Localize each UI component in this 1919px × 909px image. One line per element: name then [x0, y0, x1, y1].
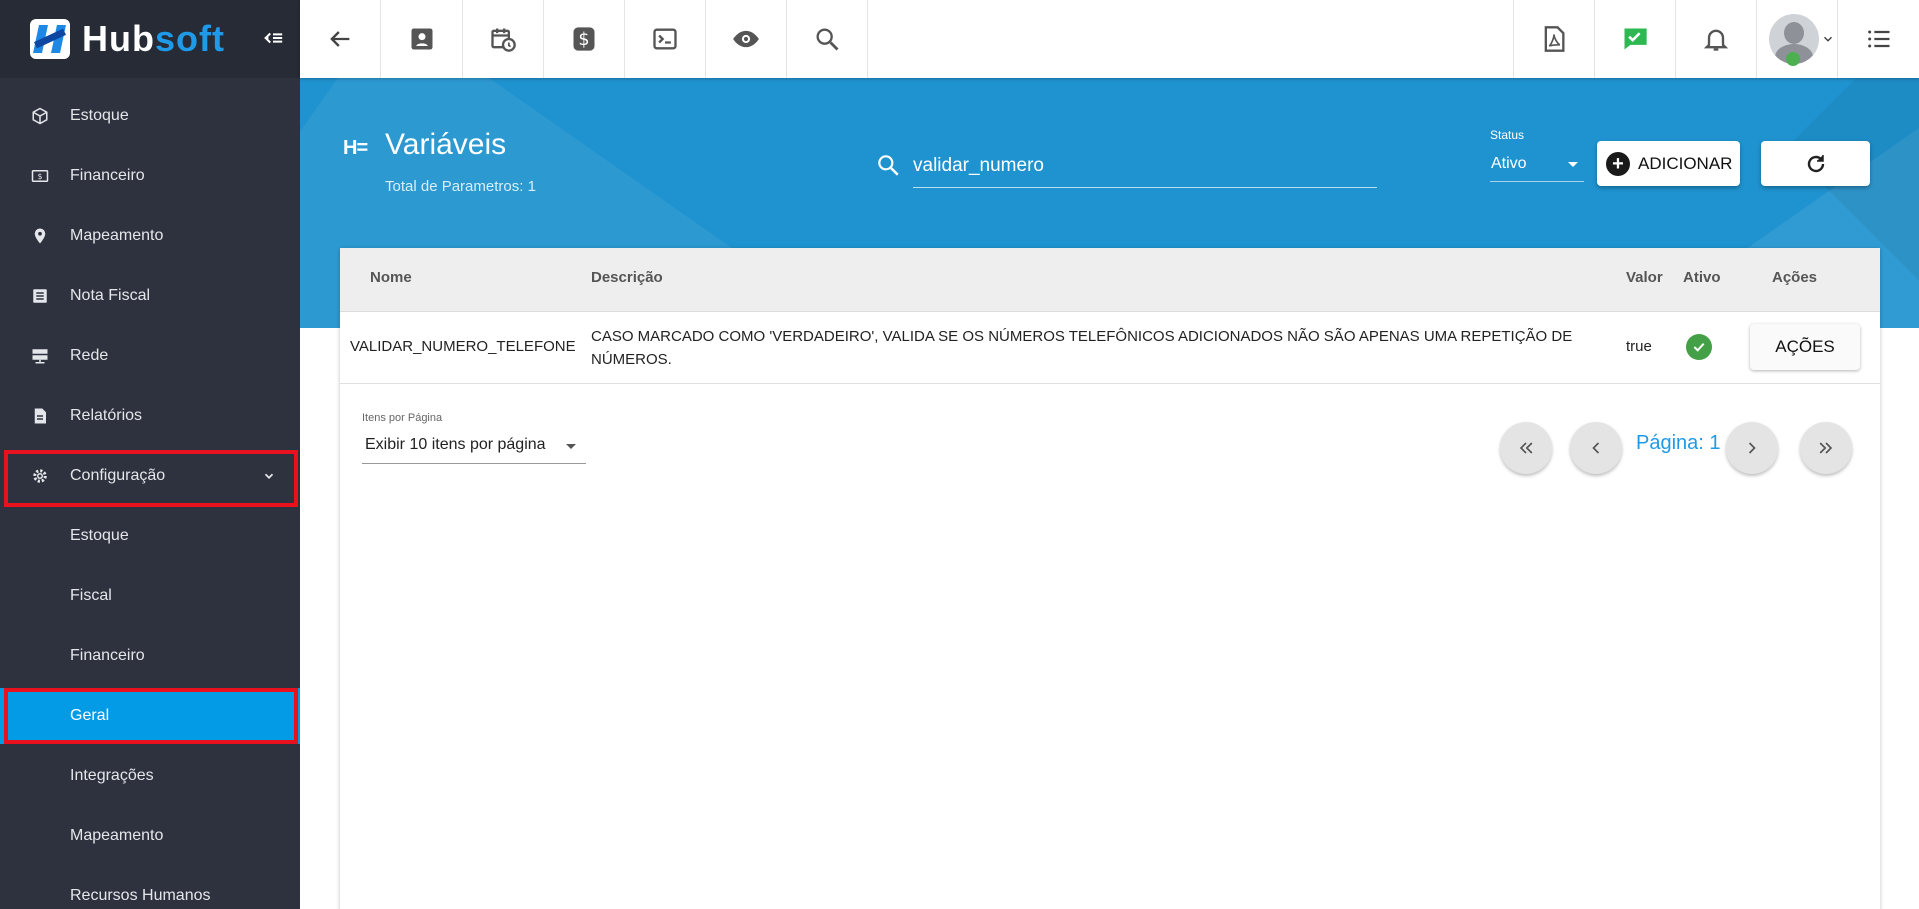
sidebar-subitem-estoque[interactable]: Estoque — [0, 508, 300, 564]
status-filter-value: Ativo — [1491, 155, 1527, 172]
sidebar-item-label: Financeiro — [70, 647, 145, 664]
report-icon — [30, 406, 50, 426]
highlight-box-geral — [4, 688, 298, 744]
previous-page-button[interactable] — [1570, 422, 1622, 474]
chevron-left-icon — [1592, 442, 1600, 454]
search-icon[interactable] — [787, 0, 868, 78]
money-icon: $ — [30, 166, 50, 186]
sidebar-item-label: Financeiro — [70, 167, 145, 184]
highlight-box-configuracao — [4, 450, 298, 507]
box-icon — [30, 106, 50, 126]
pdf-icon[interactable] — [1513, 0, 1594, 78]
column-header-descricao[interactable]: Descrição — [591, 269, 663, 286]
sidebar-item-label: Mapeamento — [70, 227, 164, 244]
sidebar-item-label: Estoque — [70, 107, 129, 124]
terminal-icon[interactable] — [625, 0, 706, 78]
list-menu-icon[interactable] — [1837, 0, 1919, 78]
current-page-label: Página: 1 — [1636, 432, 1721, 454]
sidebar-item-mapeamento[interactable]: Mapeamento — [0, 208, 300, 264]
variables-icon: H= — [343, 137, 368, 159]
bell-icon[interactable] — [1675, 0, 1756, 78]
sidebar-subitem-financeiro[interactable]: Financeiro — [0, 628, 300, 684]
back-arrow-icon[interactable] — [300, 0, 381, 78]
contact-card-icon[interactable] — [382, 0, 463, 78]
sidebar-item-label: Nota Fiscal — [70, 287, 151, 304]
page-subtitle: Total de Parametros: 1 — [385, 178, 536, 195]
server-icon — [30, 346, 50, 366]
sidebar-subitem-integracoes[interactable]: Integrações — [0, 748, 300, 804]
collapse-menu-icon[interactable] — [262, 26, 284, 50]
eye-icon[interactable] — [706, 0, 787, 78]
column-header-acoes: Ações — [1772, 269, 1818, 286]
chevron-right-icon — [1748, 442, 1756, 454]
add-button[interactable]: + ADICIONAR — [1597, 141, 1740, 186]
add-button-label: ADICIONAR — [1638, 153, 1733, 173]
chat-check-icon[interactable] — [1594, 0, 1675, 78]
cell-nome: VALIDAR_NUMERO_TELEFONE — [350, 338, 576, 355]
per-page-value: Exibir 10 itens por página — [365, 436, 546, 453]
sidebar-item-estoque[interactable]: Estoque — [0, 88, 300, 144]
brand-name: Hubsoft — [82, 18, 225, 59]
brand-bar: Hubsoft — [0, 0, 300, 78]
sidebar-subitem-mapeamento[interactable]: Mapeamento — [0, 808, 300, 864]
sidebar-item-label: Estoque — [70, 527, 129, 544]
chevron-down-icon — [1823, 36, 1833, 42]
column-header-valor[interactable]: Valor — [1626, 269, 1663, 286]
dollar-icon[interactable]: $ — [544, 0, 625, 78]
status-filter-select[interactable]: Ativo — [1490, 150, 1584, 182]
column-header-ativo[interactable]: Ativo — [1683, 269, 1721, 286]
double-chevron-right-icon — [1819, 442, 1833, 454]
topbar: $ — [300, 0, 1919, 78]
row-actions-button[interactable]: AÇÕES — [1750, 324, 1860, 370]
refresh-button[interactable] — [1761, 141, 1870, 186]
map-pin-icon — [30, 226, 50, 246]
sidebar-item-label: Rede — [70, 347, 109, 364]
status-filter-label: Status — [1490, 128, 1525, 142]
sidebar-item-label: Fiscal — [70, 587, 112, 604]
column-header-nome[interactable]: Nome — [370, 269, 412, 286]
dropdown-caret-icon — [1568, 162, 1578, 167]
cell-valor: true — [1626, 338, 1652, 355]
check-circle-icon — [1686, 334, 1712, 360]
sidebar-item-label: Integrações — [70, 767, 154, 784]
table-row[interactable]: VALIDAR_NUMERO_TELEFONE CASO MARCADO COM… — [340, 312, 1880, 384]
svg-text:$: $ — [38, 172, 43, 181]
search-box — [875, 142, 1377, 188]
user-menu-button[interactable] — [1756, 0, 1837, 78]
sidebar-item-financeiro[interactable]: $ Financeiro — [0, 148, 300, 204]
per-page-label: Itens por Página — [362, 412, 443, 424]
per-page-select[interactable]: Exibir 10 itens por página — [362, 428, 586, 464]
sidebar-item-nota-fiscal[interactable]: Nota Fiscal — [0, 268, 300, 324]
first-page-button[interactable] — [1500, 422, 1552, 474]
online-status-dot — [1786, 52, 1800, 66]
page-title: Variáveis — [385, 128, 507, 161]
document-list-icon — [30, 286, 50, 306]
sidebar-subitem-fiscal[interactable]: Fiscal — [0, 568, 300, 624]
last-page-button[interactable] — [1800, 422, 1852, 474]
search-input[interactable] — [913, 142, 1377, 188]
calendar-clock-icon[interactable] — [463, 0, 544, 78]
hubsoft-logo — [30, 19, 70, 59]
refresh-icon — [1807, 154, 1824, 172]
sidebar-item-rede[interactable]: Rede — [0, 328, 300, 384]
search-icon — [878, 155, 899, 176]
sidebar-subitem-recursos-humanos[interactable]: Recursos Humanos — [0, 868, 300, 909]
sidebar-item-label: Relatórios — [70, 407, 143, 424]
table-header: Nome Descrição Valor Ativo Ações — [340, 248, 1880, 312]
svg-text:$: $ — [578, 30, 589, 50]
sidebar-item-label: Recursos Humanos — [70, 887, 211, 904]
dropdown-caret-icon — [566, 444, 576, 449]
cell-descricao: CASO MARCADO COMO 'VERDADEIRO', VALIDA S… — [591, 328, 1573, 368]
sidebar-item-relatorios[interactable]: Relatórios — [0, 388, 300, 444]
double-chevron-left-icon — [1519, 442, 1533, 454]
variables-table-card: Nome Descrição Valor Ativo Ações VALIDAR… — [340, 248, 1880, 909]
plus-circle-icon: + — [1606, 151, 1630, 176]
sidebar: Hubsoft Estoque $ Financeiro Mapeamento … — [0, 0, 300, 909]
sidebar-item-label: Mapeamento — [70, 827, 164, 844]
next-page-button[interactable] — [1726, 422, 1778, 474]
